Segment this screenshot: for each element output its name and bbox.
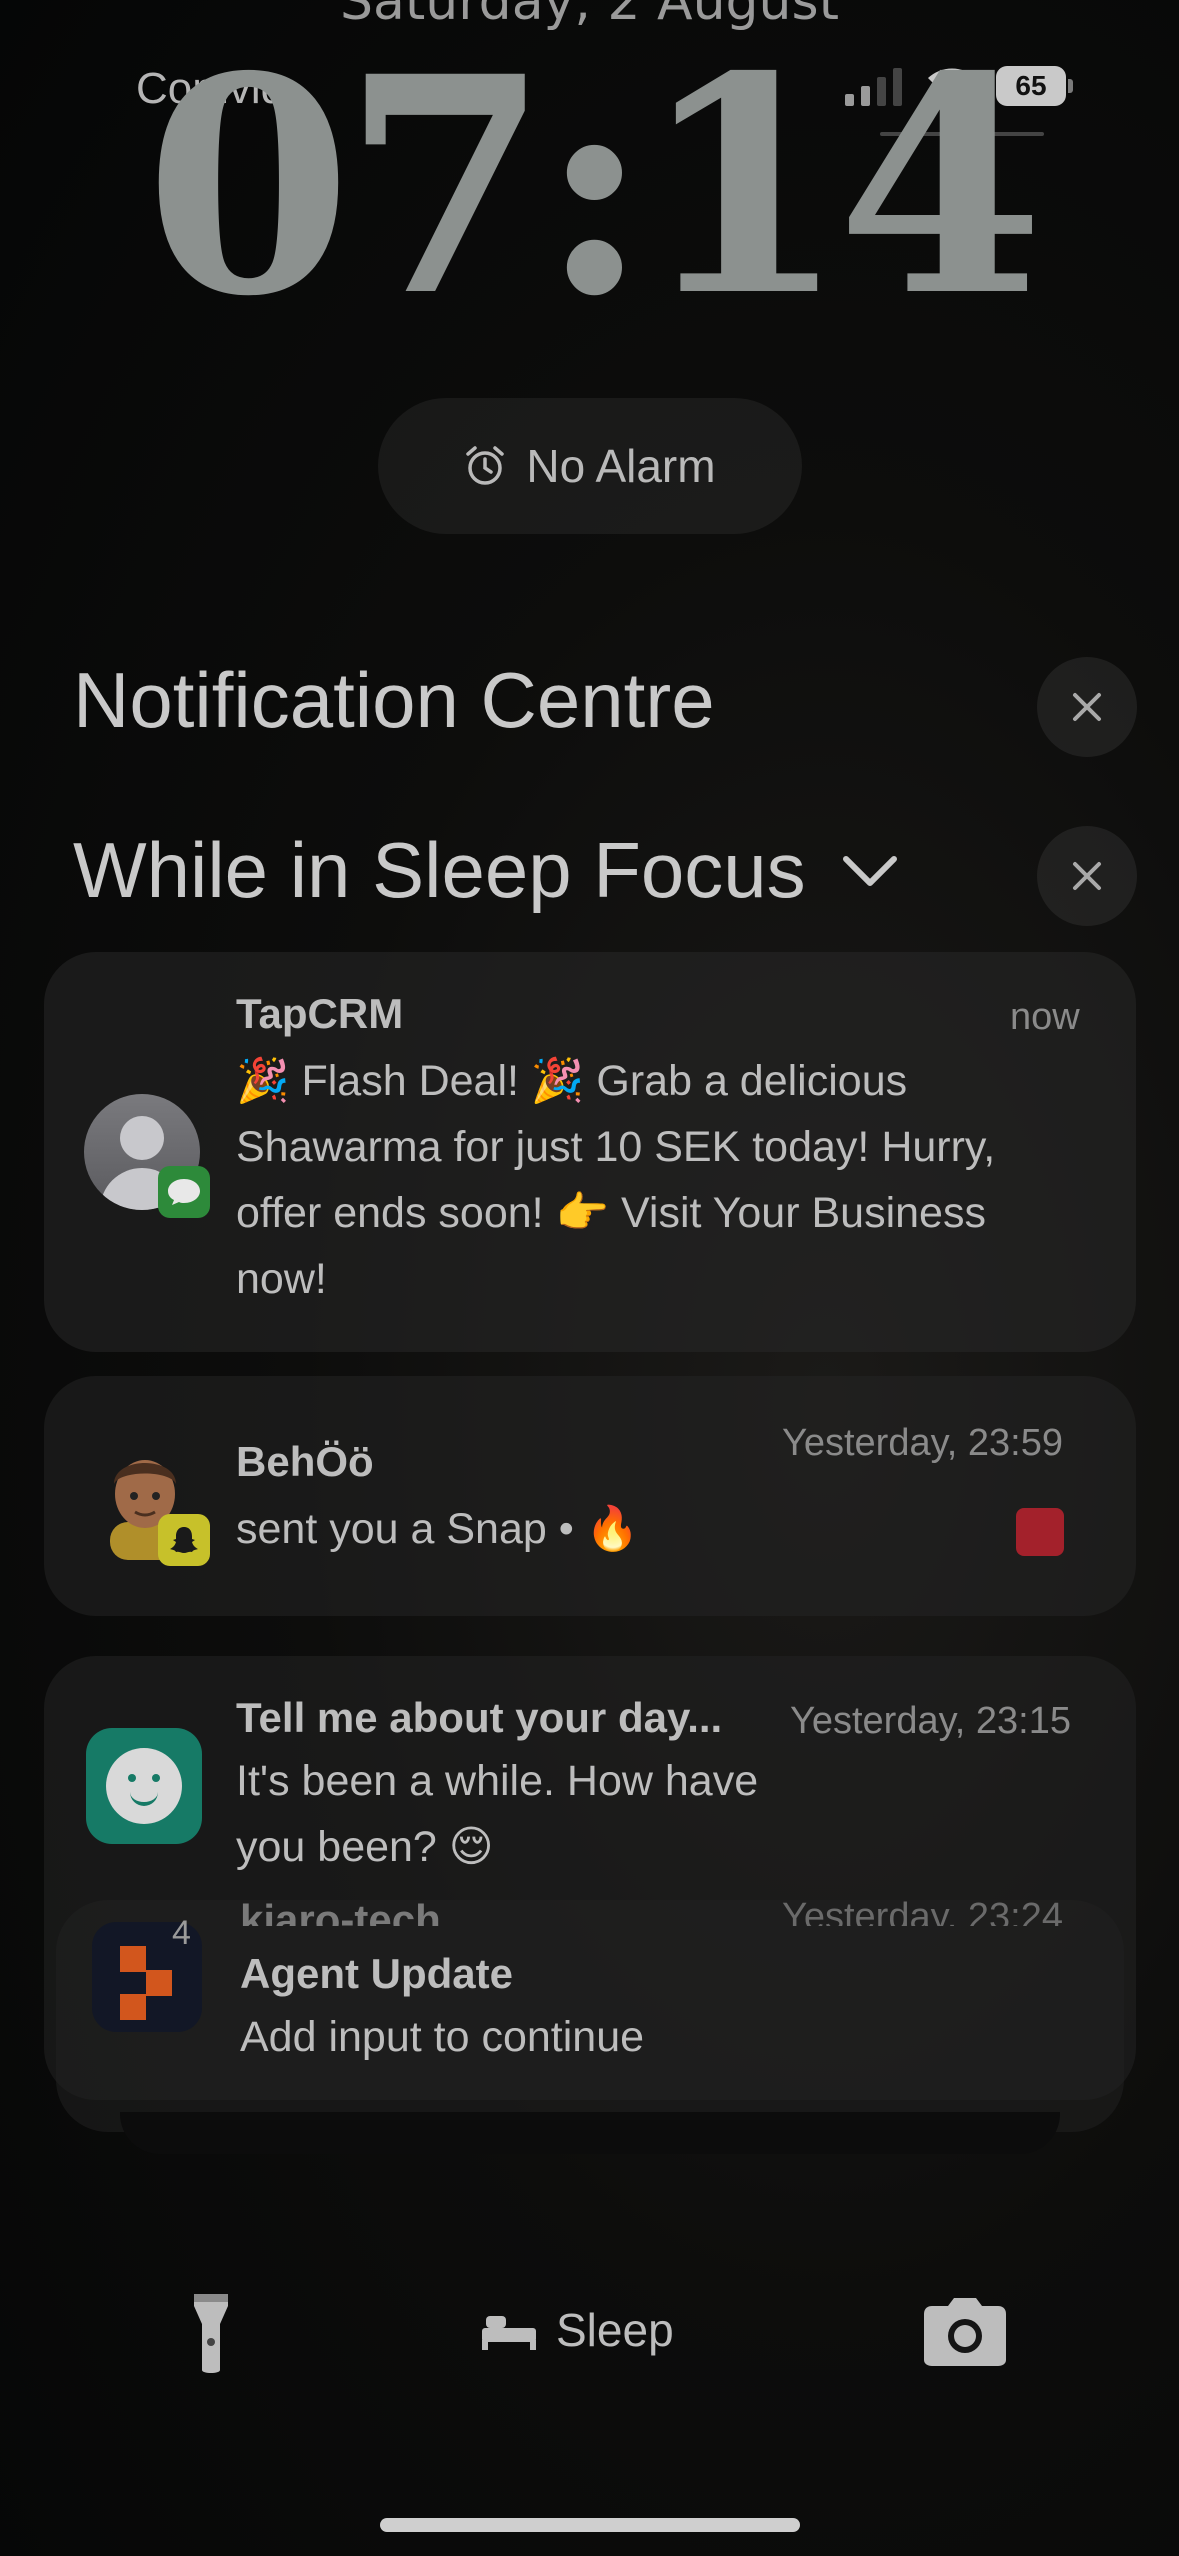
camera-icon [924,2298,1006,2366]
notification-body: 🎉 Flash Deal! 🎉 Grab a delicious Shawarm… [236,1057,996,1303]
notification-body: Add input to continue [240,2013,645,2061]
focus-group-header[interactable]: While in Sleep Focus [73,825,898,916]
chat-app-icon [86,1728,202,1844]
notification-body: It's been a while. How have you been? 😌 [236,1757,759,1871]
notification-time: Yesterday, 23:15 [790,1700,1071,1742]
chevron-down-icon [842,855,897,886]
snap-indicator-icon [1016,1508,1064,1556]
close-icon [1073,862,1101,890]
flashlight-button[interactable] [146,2266,276,2396]
alarm-widget[interactable]: No Alarm [378,398,802,534]
camera-button[interactable] [900,2266,1030,2396]
lock-clock: 07:14 [144,12,1044,362]
notification-app-name: Tell me about your day... [236,1694,723,1741]
notification-count-badge: 4 [172,1914,191,1952]
notification-app-name: kiaro-tech [240,1896,441,1926]
close-icon [1073,693,1101,721]
notification-time: Yesterday, 23:59 [782,1422,1063,1464]
notification-time: Yesterday, 23:24 [782,1896,1063,1926]
sleep-focus-label: Sleep [556,2304,674,2356]
messages-app-icon [158,1166,210,1218]
notification-centre-title: Notification Centre [73,656,715,744]
home-indicator[interactable] [380,2518,800,2532]
stack-shadow [120,2112,1060,2154]
alarm-clock-icon [466,446,505,485]
clear-notifications-button[interactable] [1037,657,1137,757]
notification-app-name: TapCRM [236,990,404,1037]
notification-title: Agent Update [240,1950,513,1997]
clear-focus-group-button[interactable] [1037,826,1137,926]
focus-group-title: While in Sleep Focus [73,826,806,914]
notification-body: sent you a Snap • 🔥 [236,1505,640,1553]
notification-time: now [1010,996,1080,1038]
bed-icon [482,2316,536,2350]
flashlight-icon [194,2294,228,2373]
sleep-focus-button[interactable]: Sleep [480,2290,674,2370]
snapchat-app-icon [158,1514,210,1566]
notification-app-name: BehÖö [236,1438,374,1485]
alarm-label: No Alarm [526,440,716,492]
